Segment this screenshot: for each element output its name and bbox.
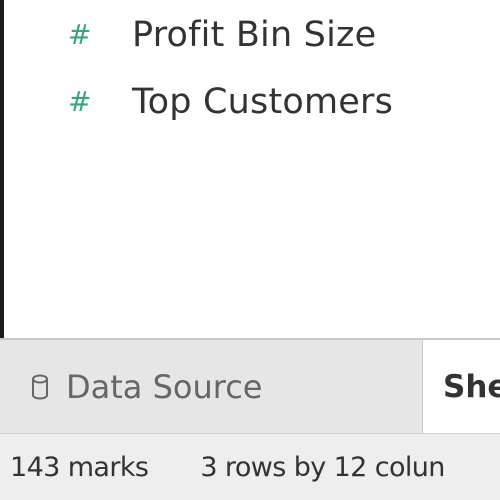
tab-data-source[interactable]: Data Source	[0, 340, 422, 433]
tableau-workspace: Profit Bin Size Top Customers Data Sourc…	[0, 0, 500, 500]
status-marks-count: 143 marks	[10, 451, 149, 483]
tab-sheet-label: She	[443, 368, 500, 405]
parameter-item-top-customers[interactable]: Top Customers	[68, 80, 393, 124]
status-bar: 143 marks 3 rows by 12 colun	[0, 433, 500, 500]
tab-data-source-label: Data Source	[66, 367, 263, 406]
parameter-label: Top Customers	[132, 82, 394, 122]
hash-icon	[68, 21, 104, 49]
tab-sheet[interactable]: She	[422, 340, 500, 433]
sheet-tab-bar: Data Source She	[0, 338, 500, 433]
database-icon	[32, 374, 48, 400]
parameter-label: Profit Bin Size	[132, 15, 377, 55]
parameters-panel: Profit Bin Size Top Customers	[0, 0, 500, 338]
parameter-item-profit-bin-size[interactable]: Profit Bin Size	[68, 13, 376, 57]
status-rows-columns: 3 rows by 12 colun	[200, 451, 445, 483]
hash-icon	[68, 88, 104, 116]
